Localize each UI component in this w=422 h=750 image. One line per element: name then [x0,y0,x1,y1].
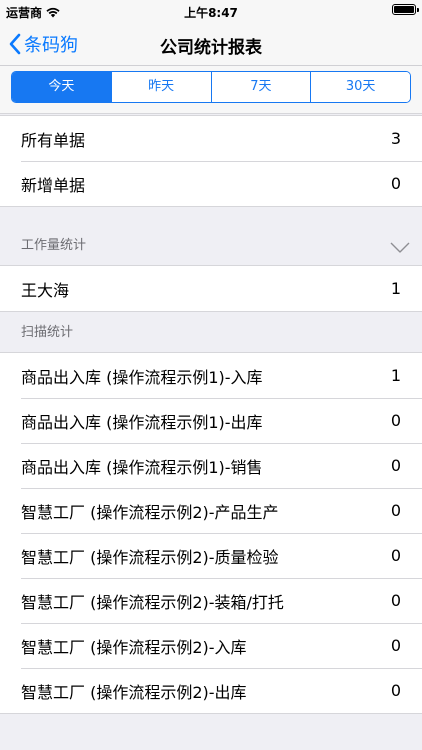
list-item: 王大海 1 [0,266,422,311]
section-title: 扫描统计 [21,325,74,340]
list-item: 智慧工厂 (操作流程示例2)-出库 0 [0,668,422,713]
list-item: 智慧工厂 (操作流程示例2)-入库 0 [0,623,422,668]
section-title: 工作量统计 [21,238,87,253]
list-item: 商品出入库 (操作流程示例1)-入库 1 [0,353,422,398]
row-label: 智慧工厂 (操作流程示例2)-装箱/打托 [21,592,284,612]
workload-group: 王大海 1 [0,265,422,312]
workload-section-header[interactable]: 工作量统计 [0,225,422,265]
row-label: 商品出入库 (操作流程示例1)-出库 [21,412,263,432]
list-item: 新增单据 0 [0,161,422,206]
status-right [392,4,419,15]
list-item: 商品出入库 (操作流程示例1)-销售 0 [0,443,422,488]
row-value: 0 [390,174,401,193]
row-label: 智慧工厂 (操作流程示例2)-质量检验 [21,547,279,567]
status-time: 上午8:47 [184,6,238,20]
row-value: 1 [390,366,401,385]
list-item: 智慧工厂 (操作流程示例2)-质量检验 0 [0,533,422,578]
row-value: 0 [390,591,401,610]
row-value: 0 [390,456,401,475]
row-value: 0 [390,501,401,520]
list-item: 智慧工厂 (操作流程示例2)-产品生产 0 [0,488,422,533]
list-item: 智慧工厂 (操作流程示例2)-装箱/打托 0 [0,578,422,623]
list-item: 所有单据 3 [0,116,422,161]
scan-section-header: 扫描统计 [0,312,422,352]
segment-bar: 今天 昨天 7天 30天 [0,66,422,114]
scan-group: 商品出入库 (操作流程示例1)-入库 1 商品出入库 (操作流程示例1)-出库 … [0,352,422,714]
row-label: 王大海 [21,280,70,300]
status-bar: 运营商 上午8:47 [0,0,422,22]
tab-7-days[interactable]: 7天 [211,72,312,102]
row-label: 商品出入库 (操作流程示例1)-入库 [21,367,263,387]
row-label: 新增单据 [21,175,86,195]
tab-today[interactable]: 今天 [12,72,112,102]
tab-yesterday[interactable]: 昨天 [111,72,212,102]
row-value: 1 [390,279,401,298]
chevron-down-icon[interactable] [390,241,410,255]
row-value: 0 [390,411,401,430]
row-value: 0 [390,681,401,700]
row-label: 智慧工厂 (操作流程示例2)-产品生产 [21,502,279,522]
row-label: 智慧工厂 (操作流程示例2)-出库 [21,682,247,702]
row-value: 0 [390,546,401,565]
list-item: 商品出入库 (操作流程示例1)-出库 0 [0,398,422,443]
tab-30-days[interactable]: 30天 [311,72,410,102]
row-label: 所有单据 [21,130,86,150]
battery-icon [392,4,419,15]
navigation-bar: 条码狗 公司统计报表 [0,22,422,66]
row-label: 商品出入库 (操作流程示例1)-销售 [21,457,263,477]
summary-group: 所有单据 3 新增单据 0 [0,115,422,207]
row-label: 智慧工厂 (操作流程示例2)-入库 [21,637,247,657]
page-title: 公司统计报表 [160,38,262,58]
row-value: 0 [390,636,401,655]
row-value: 3 [390,129,401,148]
date-range-segmented-control: 今天 昨天 7天 30天 [11,71,411,103]
